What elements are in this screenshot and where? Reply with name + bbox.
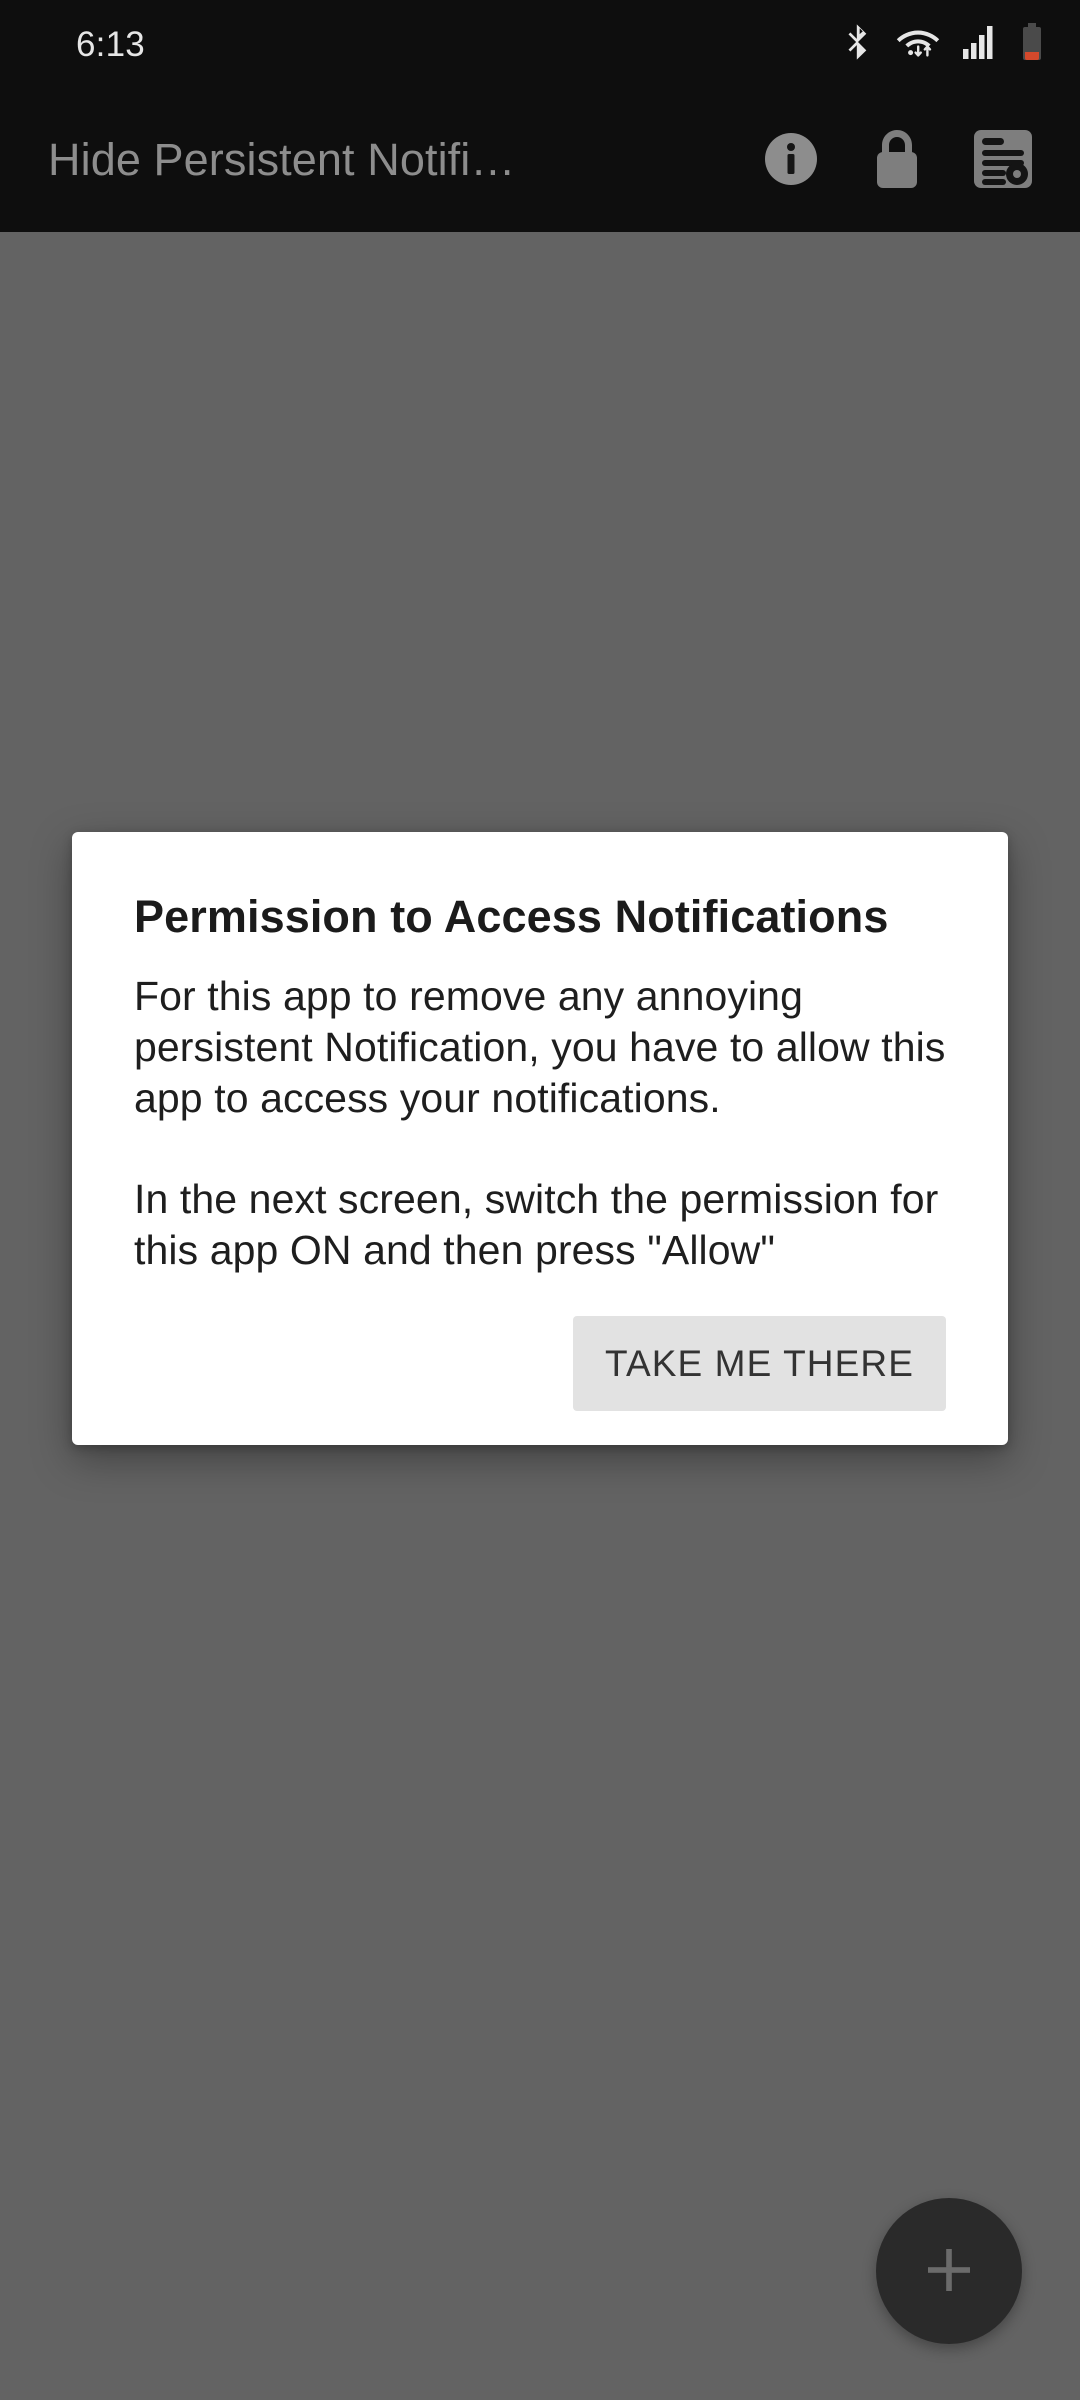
dialog-title: Permission to Access Notifications: [134, 891, 889, 942]
cellular-signal-icon: [963, 24, 997, 65]
info-icon: [764, 132, 818, 189]
dialog-message: For this app to remove any annoying pers…: [134, 973, 946, 1274]
dialog-actions: TAKE ME THERE: [134, 1316, 946, 1445]
status-clock: 6:13: [76, 24, 145, 64]
wifi-icon: [896, 24, 940, 65]
battery-low-icon: [1020, 22, 1044, 66]
notification-list-icon: [972, 128, 1034, 193]
plus-icon: [922, 2243, 976, 2300]
bluetooth-icon: [843, 23, 873, 66]
permission-dialog: Permission to Access Notifications For t…: [72, 832, 1008, 1446]
lock-icon: [870, 128, 924, 193]
page-title: Hide Persistent Notifi…: [48, 134, 516, 185]
take-me-there-button[interactable]: TAKE ME THERE: [573, 1316, 946, 1412]
status-bar-icons: [843, 22, 1044, 66]
phone-screen: 6:13 Hide Persistent Notifi… Permission …: [0, 0, 1080, 2400]
app-bar-actions: [738, 88, 1080, 232]
status-bar: 6:13: [0, 0, 1080, 88]
app-bar: Hide Persistent Notifi…: [0, 88, 1080, 232]
add-fab[interactable]: [876, 2198, 1022, 2344]
lock-button[interactable]: [844, 88, 950, 232]
notification-list-button[interactable]: [950, 88, 1056, 232]
info-button[interactable]: [738, 88, 844, 232]
